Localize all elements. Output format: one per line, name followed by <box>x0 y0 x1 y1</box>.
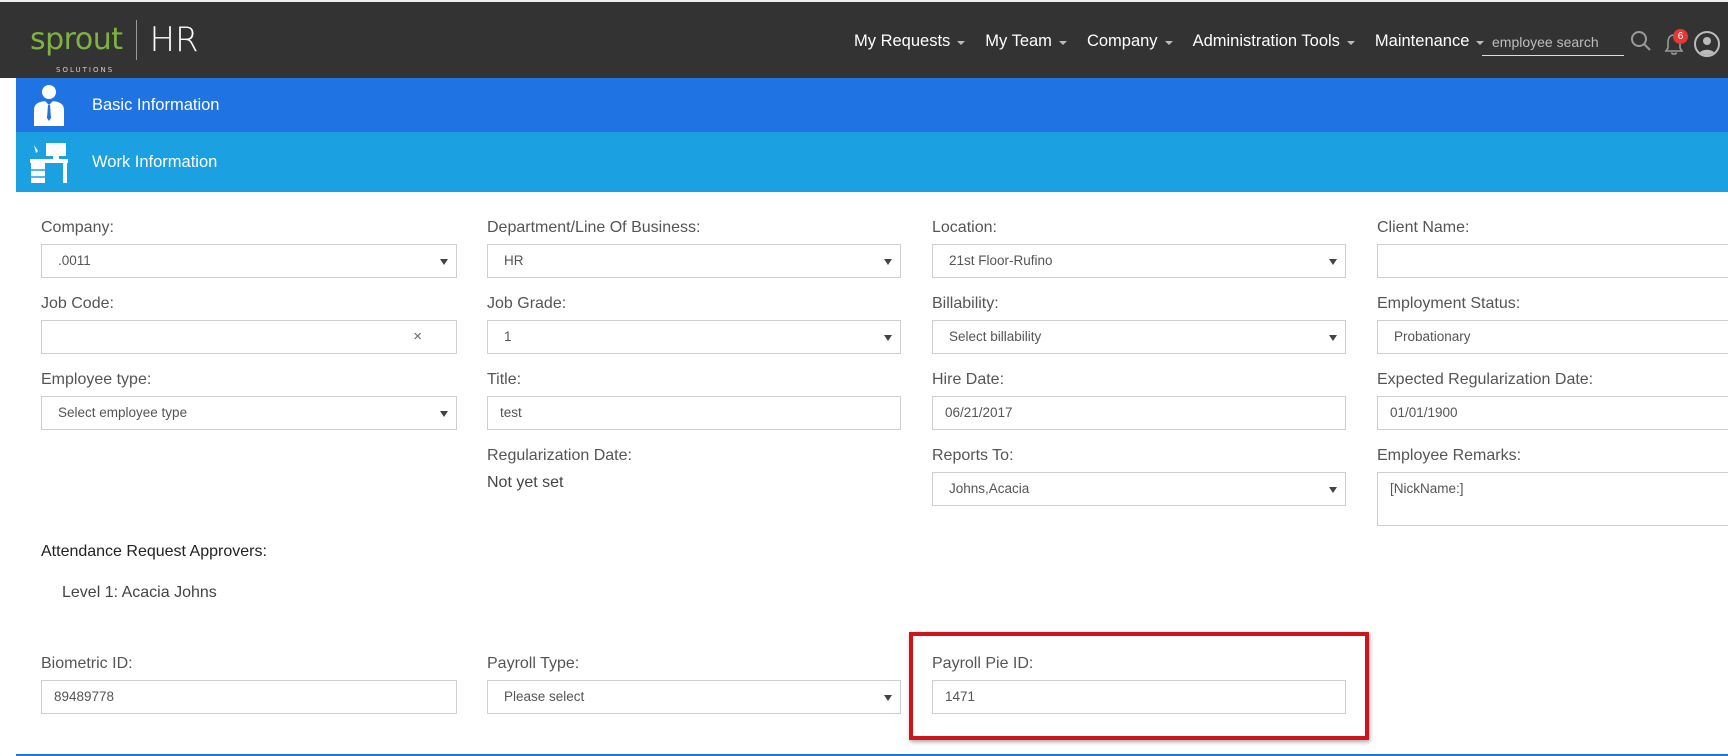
section-work-information[interactable]: Work Information <box>16 132 1728 192</box>
hire-date-value: 06/21/2017 <box>945 405 1013 420</box>
location-select[interactable]: 21st Floor-Rufino <box>932 244 1346 278</box>
caret-down-icon <box>1346 41 1355 45</box>
nav-label: Company <box>1086 32 1158 50</box>
company-select[interactable]: .0011 <box>41 244 457 278</box>
department-select[interactable]: HR <box>487 244 901 278</box>
employee-remarks-textarea[interactable]: [NickName:] <box>1377 472 1728 526</box>
expected-regularization-value: 01/01/1900 <box>1390 405 1458 420</box>
job-code-select[interactable]: × <box>41 320 457 354</box>
job-grade-label: Job Grade: <box>487 295 567 312</box>
select-caret-icon <box>884 695 892 701</box>
location-value: 21st Floor-Rufino <box>949 253 1053 268</box>
user-avatar-icon[interactable] <box>1694 31 1720 57</box>
client-name-input[interactable] <box>1377 244 1728 278</box>
search-icon[interactable] <box>1630 30 1652 52</box>
notification-badge: 6 <box>1673 29 1688 44</box>
company-label: Company: <box>41 219 114 236</box>
title-value: test <box>500 405 522 420</box>
logo-divider <box>136 20 138 60</box>
employment-status-select[interactable]: Probationary <box>1377 320 1728 354</box>
employee-type-label: Employee type: <box>41 371 152 388</box>
select-caret-icon <box>440 259 448 265</box>
expected-regularization-input[interactable]: 01/01/1900 <box>1377 396 1728 430</box>
job-grade-select[interactable]: 1 <box>487 320 901 354</box>
app-logo[interactable]: sprout SOLUTIONS HR <box>30 20 199 75</box>
section-title: Basic Information <box>92 95 220 114</box>
select-caret-icon <box>1329 487 1337 493</box>
nav-administration-tools[interactable]: Administration Tools <box>1193 32 1355 51</box>
billability-select[interactable]: Select billability <box>932 320 1346 354</box>
caret-down-icon <box>957 41 966 45</box>
reports-to-value: Johns,Acacia <box>949 481 1030 496</box>
top-navbar: sprout SOLUTIONS HR My Requests My Team … <box>0 0 1728 78</box>
nav-label: My Requests <box>854 32 951 50</box>
biometric-id-label: Biometric ID: <box>41 655 133 672</box>
desk-icon <box>30 143 68 183</box>
approvers-title: Attendance Request Approvers: <box>41 543 267 560</box>
section-title: Work Information <box>92 152 218 171</box>
regularization-date-value: Not yet set <box>487 474 564 491</box>
title-input[interactable]: test <box>487 396 901 430</box>
biometric-id-input[interactable]: 89489778 <box>41 680 457 714</box>
caret-down-icon <box>1058 41 1067 45</box>
department-label: Department/Line Of Business: <box>487 219 701 236</box>
nav-my-requests[interactable]: My Requests <box>854 32 966 51</box>
payroll-type-label: Payroll Type: <box>487 655 580 672</box>
highlight-annotation-box <box>909 632 1369 740</box>
nav-my-team[interactable]: My Team <box>985 32 1067 51</box>
nav-label: Maintenance <box>1374 32 1470 50</box>
employee-remarks-value: [NickName:] <box>1390 481 1464 496</box>
nav-label: Administration Tools <box>1192 32 1340 50</box>
employee-type-value: Select employee type <box>58 405 188 420</box>
employee-remarks-label: Employee Remarks: <box>1377 447 1522 464</box>
section-basic-information[interactable]: Basic Information <box>16 78 1728 132</box>
logo-wordmark: sprout SOLUTIONS <box>30 22 123 75</box>
logo-text: sprout <box>30 22 123 57</box>
client-name-label: Client Name: <box>1377 219 1470 236</box>
department-value: HR <box>504 253 524 268</box>
select-caret-icon <box>1329 259 1337 265</box>
nav-label: My Team <box>985 32 1052 50</box>
hire-date-input[interactable]: 06/21/2017 <box>932 396 1346 430</box>
expected-regularization-label: Expected Regularization Date: <box>1377 371 1594 388</box>
nav-maintenance[interactable]: Maintenance <box>1374 32 1485 51</box>
caret-down-icon <box>1164 41 1173 45</box>
job-grade-value: 1 <box>504 329 512 344</box>
job-code-label: Job Code: <box>41 295 114 312</box>
clear-icon[interactable]: × <box>413 321 422 353</box>
user-silhouette-icon <box>1699 37 1715 55</box>
employee-type-select[interactable]: Select employee type <box>41 396 457 430</box>
biometric-id-value: 89489778 <box>54 689 115 704</box>
payroll-type-select[interactable]: Please select <box>487 680 901 714</box>
regularization-date-label: Regularization Date: <box>487 447 632 464</box>
approver-level-1: Level 1: Acacia Johns <box>62 584 217 601</box>
reports-to-label: Reports To: <box>932 447 1014 464</box>
location-label: Location: <box>932 219 997 236</box>
select-caret-icon <box>440 411 448 417</box>
employee-search-input[interactable] <box>1482 28 1624 56</box>
payroll-type-value: Please select <box>504 689 585 704</box>
nav-company[interactable]: Company <box>1087 32 1173 51</box>
select-caret-icon <box>884 335 892 341</box>
select-caret-icon <box>1329 335 1337 341</box>
select-caret-icon <box>884 259 892 265</box>
billability-label: Billability: <box>932 295 999 312</box>
hire-date-label: Hire Date: <box>932 371 1005 388</box>
billability-value: Select billability <box>949 329 1042 344</box>
employment-status-label: Employment Status: <box>1377 295 1521 312</box>
reports-to-select[interactable]: Johns,Acacia <box>932 472 1346 506</box>
company-value: .0011 <box>58 253 91 268</box>
employment-status-value: Probationary <box>1394 329 1471 344</box>
employee-icon <box>34 85 64 126</box>
title-label: Title: <box>487 371 522 388</box>
main-nav: My Requests My Team Company Administrati… <box>854 32 1504 51</box>
app-name: HR <box>149 20 199 60</box>
